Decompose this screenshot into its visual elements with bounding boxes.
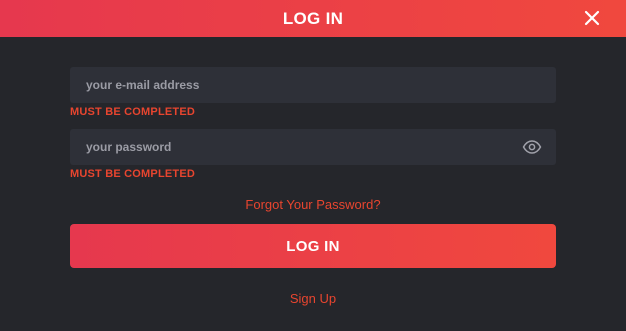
login-button[interactable]: LOG IN [70, 224, 556, 268]
password-input[interactable] [70, 129, 556, 165]
login-modal: LOG IN MUST BE COMPLETED MUST BE COMPLET… [0, 0, 626, 331]
close-icon [584, 10, 600, 26]
forgot-password-link[interactable]: Forgot Your Password? [245, 197, 380, 212]
signup-row: Sign Up [0, 291, 626, 306]
forgot-password-row: Forgot Your Password? [0, 197, 626, 212]
show-password-toggle[interactable] [522, 138, 542, 156]
password-field-container [70, 129, 556, 165]
close-button[interactable] [580, 6, 604, 30]
modal-title: LOG IN [282, 9, 344, 28]
email-input[interactable] [70, 67, 556, 103]
email-field-container [70, 67, 556, 103]
modal-header: LOG IN [0, 0, 626, 37]
password-error-message: MUST BE COMPLETED [70, 168, 196, 180]
signup-link[interactable]: Sign Up [290, 291, 336, 306]
eye-icon [522, 140, 542, 154]
email-error-message: MUST BE COMPLETED [70, 106, 196, 118]
